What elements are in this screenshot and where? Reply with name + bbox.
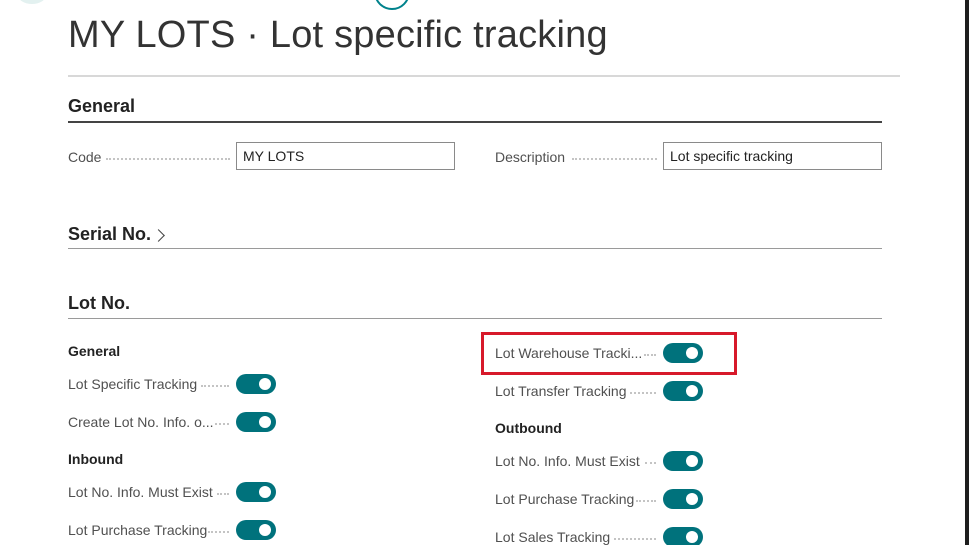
lot-specific-tracking-label: Lot Specific Tracking (68, 376, 198, 392)
transfer-tracking-label: Lot Transfer Tracking (495, 383, 627, 399)
section-serial-heading: Serial No. (68, 224, 165, 245)
decorative-circle (18, 0, 46, 4)
description-dots (572, 158, 657, 160)
leader-dots (636, 500, 656, 502)
toggle-knob (259, 416, 271, 428)
description-label: Description (495, 149, 566, 165)
leader-dots (201, 385, 229, 387)
leader-dots (217, 493, 229, 495)
sales-tracking-label: Lot Sales Tracking (495, 529, 611, 545)
section-general-rule (68, 121, 882, 123)
warehouse-tracking-label: Lot Warehouse Tracki... (495, 345, 643, 361)
inbound-purchase-tracking-toggle[interactable] (236, 520, 276, 540)
group-outbound-title: Outbound (495, 420, 562, 436)
description-input-value: Lot specific tracking (670, 148, 793, 164)
section-lot-no[interactable]: Lot No. (68, 293, 882, 319)
top-nav-button[interactable] (374, 0, 410, 10)
code-input-value: MY LOTS (243, 148, 305, 164)
toggle-knob (259, 378, 271, 390)
transfer-tracking-toggle[interactable] (663, 381, 703, 401)
leader-dots (614, 538, 656, 540)
title-divider (68, 75, 900, 77)
group-general-title: General (68, 343, 121, 359)
toggle-knob (686, 493, 698, 505)
section-general-heading: General (68, 96, 136, 116)
leader-dots (645, 462, 656, 464)
window-edge (965, 0, 969, 545)
toggle-knob (686, 347, 698, 359)
section-serial-rule (68, 248, 882, 249)
inbound-info-must-exist-label: Lot No. Info. Must Exist (68, 484, 213, 500)
inbound-info-must-exist-toggle[interactable] (236, 482, 276, 502)
section-serial-no[interactable]: Serial No. (68, 224, 882, 249)
toggle-knob (259, 524, 271, 536)
chevron-right-icon (152, 228, 165, 242)
toggle-knob (686, 385, 698, 397)
outbound-purchase-tracking-toggle[interactable] (663, 489, 703, 509)
inbound-purchase-tracking-label: Lot Purchase Tracking (68, 522, 208, 538)
page-title: MY LOTS · Lot specific tracking (68, 14, 608, 56)
outbound-info-must-exist-label: Lot No. Info. Must Exist (495, 453, 640, 469)
section-lot-rule (68, 318, 882, 319)
toggle-knob (259, 486, 271, 498)
toggle-knob (686, 531, 698, 543)
warehouse-tracking-toggle[interactable] (663, 343, 703, 363)
outbound-info-must-exist-toggle[interactable] (663, 451, 703, 471)
section-serial-heading-text: Serial No. (68, 224, 152, 244)
code-input[interactable]: MY LOTS (236, 142, 455, 170)
outbound-purchase-tracking-label: Lot Purchase Tracking (495, 491, 635, 507)
toggle-knob (686, 455, 698, 467)
description-input[interactable]: Lot specific tracking (663, 142, 882, 170)
leader-dots (644, 354, 656, 356)
sales-tracking-toggle[interactable] (663, 527, 703, 545)
code-dots (106, 158, 230, 160)
lot-specific-tracking-toggle[interactable] (236, 374, 276, 394)
create-lot-info-label: Create Lot No. Info. o... (68, 414, 214, 430)
leader-dots (630, 392, 656, 394)
section-general[interactable]: General (68, 96, 882, 123)
section-lot-heading: Lot No. (68, 293, 130, 313)
create-lot-info-toggle[interactable] (236, 412, 276, 432)
code-label: Code (68, 149, 102, 165)
leader-dots (208, 531, 229, 533)
group-inbound-title: Inbound (68, 451, 124, 467)
leader-dots (215, 423, 229, 425)
